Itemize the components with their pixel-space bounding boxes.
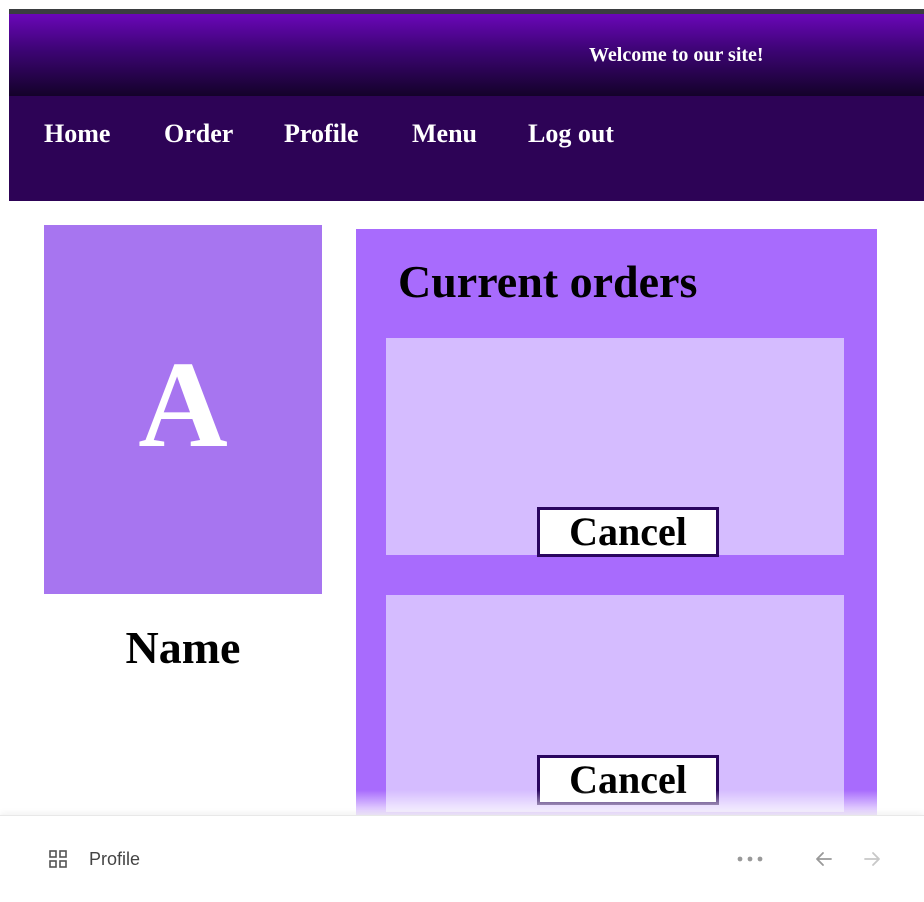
scroll-fade bbox=[0, 790, 924, 816]
welcome-message: Welcome to our site! bbox=[589, 44, 764, 66]
nav-order[interactable]: Order bbox=[164, 117, 233, 151]
grid-icon[interactable] bbox=[49, 850, 67, 868]
arrow-left-icon[interactable] bbox=[814, 849, 834, 869]
site-header bbox=[9, 14, 924, 96]
nav-profile[interactable]: Profile bbox=[284, 117, 359, 151]
app-viewport: Welcome to our site! Home Order Profile … bbox=[0, 0, 924, 902]
nav-log-out[interactable]: Log out bbox=[528, 117, 614, 151]
cancel-order-button[interactable]: Cancel bbox=[537, 507, 719, 557]
current-orders-title: Current orders bbox=[398, 256, 698, 307]
user-name: Name bbox=[125, 622, 241, 673]
more-horizontal-icon[interactable] bbox=[736, 850, 764, 868]
arrow-right-icon[interactable] bbox=[862, 849, 882, 869]
nav-menu[interactable]: Menu bbox=[412, 117, 477, 151]
avatar-initial: A bbox=[138, 336, 228, 473]
page-title: Profile bbox=[89, 849, 141, 869]
nav-home[interactable]: Home bbox=[44, 117, 110, 151]
